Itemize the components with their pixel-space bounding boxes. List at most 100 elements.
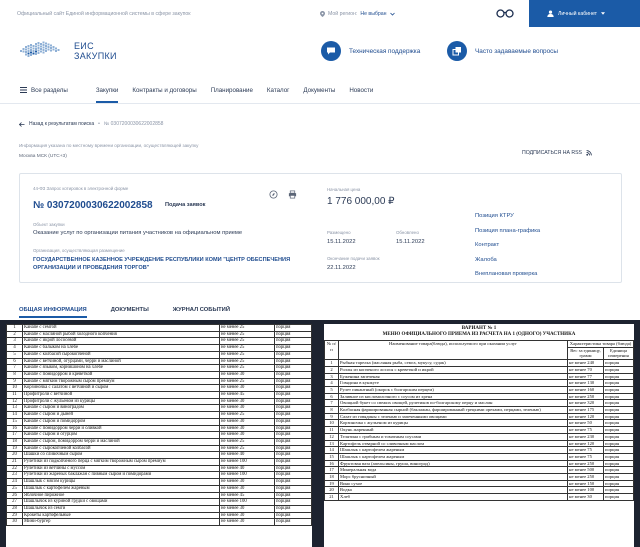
row-name: Канапе с мягким творожным сыром премиум (22, 377, 220, 386)
table-row: 17 Канапе с сыром и огурцом не менее 30 пор… (6, 431, 312, 439)
related-links: Позиция КТРУ Позиция плана-графика Контр… (475, 209, 540, 282)
personal-cabinet-button[interactable]: Личный кабинет (529, 0, 640, 27)
row-name: Шашлык с картофелем жареным (338, 446, 568, 454)
row-number: 11 (324, 426, 339, 434)
table-row: 12 Телятина с грибным и томатным соусами н… (324, 432, 634, 441)
row-unit: порция (274, 411, 312, 419)
row-unit: порция (274, 437, 312, 446)
row-unit: порция (274, 364, 312, 372)
row-number: 6 (6, 357, 23, 366)
table-header-row: № п/п Наименование товара(блюда), исполь… (324, 339, 634, 361)
link-ktru-position[interactable]: Позиция КТРУ (475, 209, 540, 224)
nav-item-planning[interactable]: Планирование (211, 87, 253, 94)
table-row: 30 Мини-бургер не менее 30 порция (6, 518, 312, 527)
rss-subscribe-link[interactable]: ПОДПИСАТЬСЯ НА RSS (522, 150, 592, 156)
tab-documents[interactable]: ДОКУМЕНТЫ (111, 307, 149, 313)
region-selector[interactable]: Мой регион: Не выбран (320, 10, 395, 17)
nav-item-news[interactable]: Новости (349, 87, 373, 94)
table-row: 9 Канапе с мягким творожным сыром премиум… (6, 377, 312, 386)
table-row: 4 Канапе с балыком на хлебе не менее 25 пор… (6, 344, 312, 352)
nav-item-catalog[interactable]: Каталог (267, 87, 290, 94)
rss-icon (586, 150, 592, 156)
row-quantity: не менее 75 (567, 452, 604, 461)
faq-button[interactable]: Часто задаваемые вопросы (447, 41, 558, 61)
row-name: Окунь жаренный (338, 426, 568, 434)
row-quantity: не менее 100 (219, 471, 275, 480)
eis-logo[interactable]: ЕИС ЗАКУПКИ (18, 39, 117, 63)
row-number: 1 (6, 324, 23, 332)
row-unit: порция (603, 446, 634, 454)
row-unit: порция (603, 412, 634, 421)
row-number: 21 (6, 458, 23, 466)
row-quantity: не менее 30 (567, 493, 604, 501)
tab-event-log[interactable]: ЖУРНАЛ СОБЫТИЙ (173, 307, 230, 313)
row-number: 17 (6, 431, 23, 439)
row-name: Буженина запеченая (338, 372, 568, 381)
link-contract[interactable]: Контракт (475, 238, 540, 253)
row-quantity: не менее 30 (219, 478, 275, 486)
row-number: 13 (6, 404, 23, 413)
row-unit: порция (603, 406, 634, 414)
row-name: Канапе с балыком на хлебе (22, 344, 220, 352)
nav-item-purchases[interactable]: Закупки (95, 87, 118, 103)
tab-general-info[interactable]: ОБЩАЯ ИНФОРМАЦИЯ (19, 307, 87, 318)
row-quantity: не менее 25 (219, 444, 275, 453)
row-name: Роллы из копченого лосося с креветкой и … (338, 365, 568, 374)
row-unit: порция (603, 379, 634, 387)
row-name: Канапе с сырокопченой колбасой (22, 444, 220, 453)
link-complaint[interactable]: Жалоба (475, 253, 540, 268)
tech-support-button[interactable]: Техническая поддержка (321, 41, 420, 61)
nav-item-documents[interactable]: Документы (303, 87, 335, 94)
price-value: 1 776 000,00 ₽ (327, 196, 395, 207)
link-plan-position[interactable]: Позиция плана-графика (475, 224, 540, 239)
row-quantity: не менее 25 (219, 337, 275, 346)
print-icon[interactable] (288, 190, 297, 199)
table-row: 11 Профитроли с ветчиной не менее 45 порция (6, 391, 312, 399)
table-row: 7 Овощной букет со свежих овощей, рулетик… (324, 399, 634, 408)
variant-title: ВАРИАНТ № 1 (461, 326, 497, 331)
link-unscheduled-check[interactable]: Внеплановая проверка (475, 267, 540, 282)
row-unit: порция (274, 324, 312, 332)
purchase-number[interactable]: № 0307200030622002858 (33, 200, 153, 211)
row-name: Крокеты картофельные (22, 511, 220, 520)
row-quantity: не менее 30 (219, 511, 275, 520)
accessibility-glasses-icon[interactable] (496, 8, 514, 18)
row-number: 16 (324, 459, 339, 468)
row-name: Шашлычок из семги (22, 505, 220, 513)
nav-all-sections[interactable]: Все разделы (20, 87, 82, 94)
row-number: 3 (6, 337, 23, 346)
row-unit: порция (603, 385, 634, 394)
table-row: 26 Яблочное пирожное не менее 45 порция (6, 491, 312, 500)
row-unit: порция (274, 471, 312, 480)
row-quantity: не менее 160 (567, 385, 604, 394)
updated-label: Обновлено (396, 230, 419, 235)
logo-line-1: ЕИС (74, 41, 94, 51)
row-quantity: не менее 40 (219, 464, 275, 473)
table-row: 3 Буженина запеченая не менее 77 порция (324, 372, 634, 381)
row-number: 18 (324, 473, 339, 481)
row-quantity: не менее 30 (219, 404, 275, 413)
table-row: 15 Канапе с сыром и помидорром не менее 30… (6, 417, 312, 426)
tech-support-label: Техническая поддержка (349, 47, 421, 55)
row-unit: порция (603, 392, 634, 401)
region-value: Не выбран (360, 10, 387, 17)
row-number: 8 (324, 406, 339, 414)
row-name: Яблочное пирожное (22, 491, 220, 500)
back-to-results-link[interactable]: Назад к результатам поиска (29, 121, 94, 127)
organization-value[interactable]: ГОСУДАРСТВЕННОЕ КАЗЕННОЕ УЧРЕЖДЕНИЕ РЕСП… (33, 256, 293, 272)
row-quantity: не менее 25 (219, 324, 275, 332)
row-quantity: не менее 230 (567, 432, 604, 441)
row-quantity: не менее 75 (567, 446, 604, 454)
row-name: Канапе с икрой лососевой (22, 337, 220, 346)
row-quantity: не менее 30 (219, 397, 275, 406)
purchase-card: 44-ФЗ Запрос котировок в электронной фор… (19, 173, 622, 283)
row-unit: порция (603, 479, 634, 488)
compass-icon[interactable] (269, 190, 278, 199)
row-number: 24 (6, 478, 23, 486)
table-row: 4 Говядина в кунжуте не менее 130 порция (324, 379, 634, 387)
table-row: 25 Шашлык с картофелем жареным не менее 30… (6, 484, 312, 493)
row-unit: порция (603, 365, 634, 374)
nav-item-contracts[interactable]: Контракты и договоры (132, 87, 196, 94)
row-name: Овощной букет со свежих овощей, рулетико… (338, 399, 568, 408)
row-quantity: не менее 30 (219, 417, 275, 426)
